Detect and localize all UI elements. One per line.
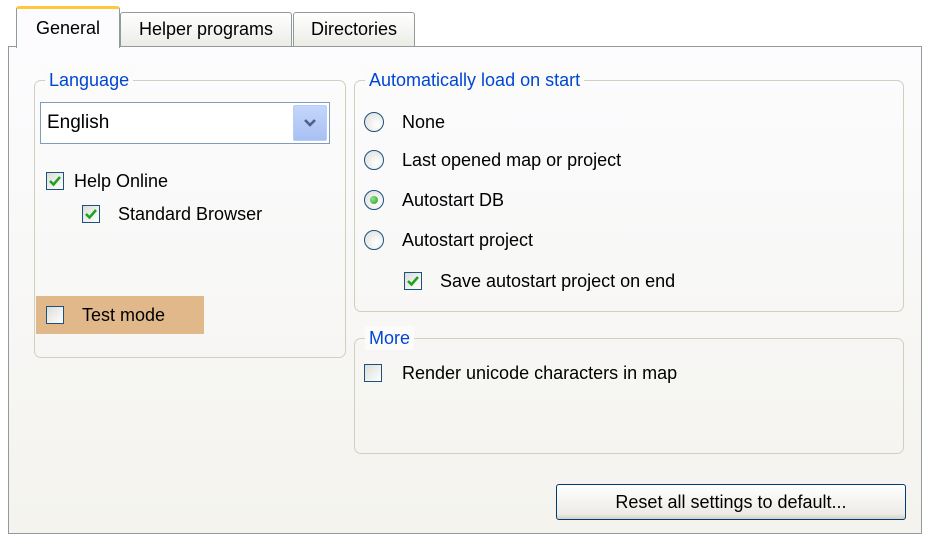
test-mode-checkbox[interactable] bbox=[46, 306, 64, 324]
autoload-autostart-db-label: Autostart DB bbox=[402, 190, 505, 210]
tab-general[interactable]: General bbox=[16, 6, 120, 48]
checkmark-icon bbox=[407, 276, 419, 287]
autoload-legend: Automatically load on start bbox=[365, 68, 585, 92]
language-select[interactable]: English bbox=[40, 102, 330, 144]
render-unicode-label: Render unicode characters in map bbox=[402, 363, 678, 383]
tab-general-label: General bbox=[35, 18, 101, 38]
test-mode-label: Test mode bbox=[82, 305, 166, 325]
tab-helper-programs-label: Helper programs bbox=[138, 19, 274, 39]
tab-directories[interactable]: Directories bbox=[293, 12, 415, 46]
autoload-autostart-project-label: Autostart project bbox=[402, 230, 534, 250]
tab-helper-programs[interactable]: Helper programs bbox=[120, 12, 292, 46]
autoload-none-radio[interactable] bbox=[364, 112, 384, 132]
save-autostart-checkbox[interactable] bbox=[404, 272, 422, 290]
help-online-label: Help Online bbox=[74, 171, 169, 191]
autoload-last-opened-label: Last opened map or project bbox=[402, 150, 622, 170]
radio-selected-dot bbox=[370, 196, 378, 204]
chevron-down-icon[interactable] bbox=[293, 105, 327, 141]
autoload-autostart-project-radio[interactable] bbox=[364, 230, 384, 250]
autoload-last-opened-radio[interactable] bbox=[364, 150, 384, 170]
checkmark-icon bbox=[49, 176, 61, 187]
language-legend: Language bbox=[45, 68, 134, 92]
language-select-value: English bbox=[47, 112, 110, 133]
help-online-checkbox[interactable] bbox=[46, 172, 64, 190]
render-unicode-checkbox[interactable] bbox=[364, 364, 382, 382]
autoload-autostart-db-radio[interactable] bbox=[364, 190, 384, 210]
autoload-none-label: None bbox=[402, 112, 446, 132]
save-autostart-label: Save autostart project on end bbox=[440, 271, 676, 291]
more-legend: More bbox=[365, 326, 415, 350]
standard-browser-checkbox[interactable] bbox=[82, 205, 100, 223]
checkmark-icon bbox=[85, 209, 97, 220]
reset-settings-button[interactable]: Reset all settings to default... bbox=[556, 484, 906, 520]
standard-browser-label: Standard Browser bbox=[118, 204, 263, 224]
more-group: More bbox=[354, 326, 904, 454]
tab-directories-label: Directories bbox=[310, 19, 398, 39]
